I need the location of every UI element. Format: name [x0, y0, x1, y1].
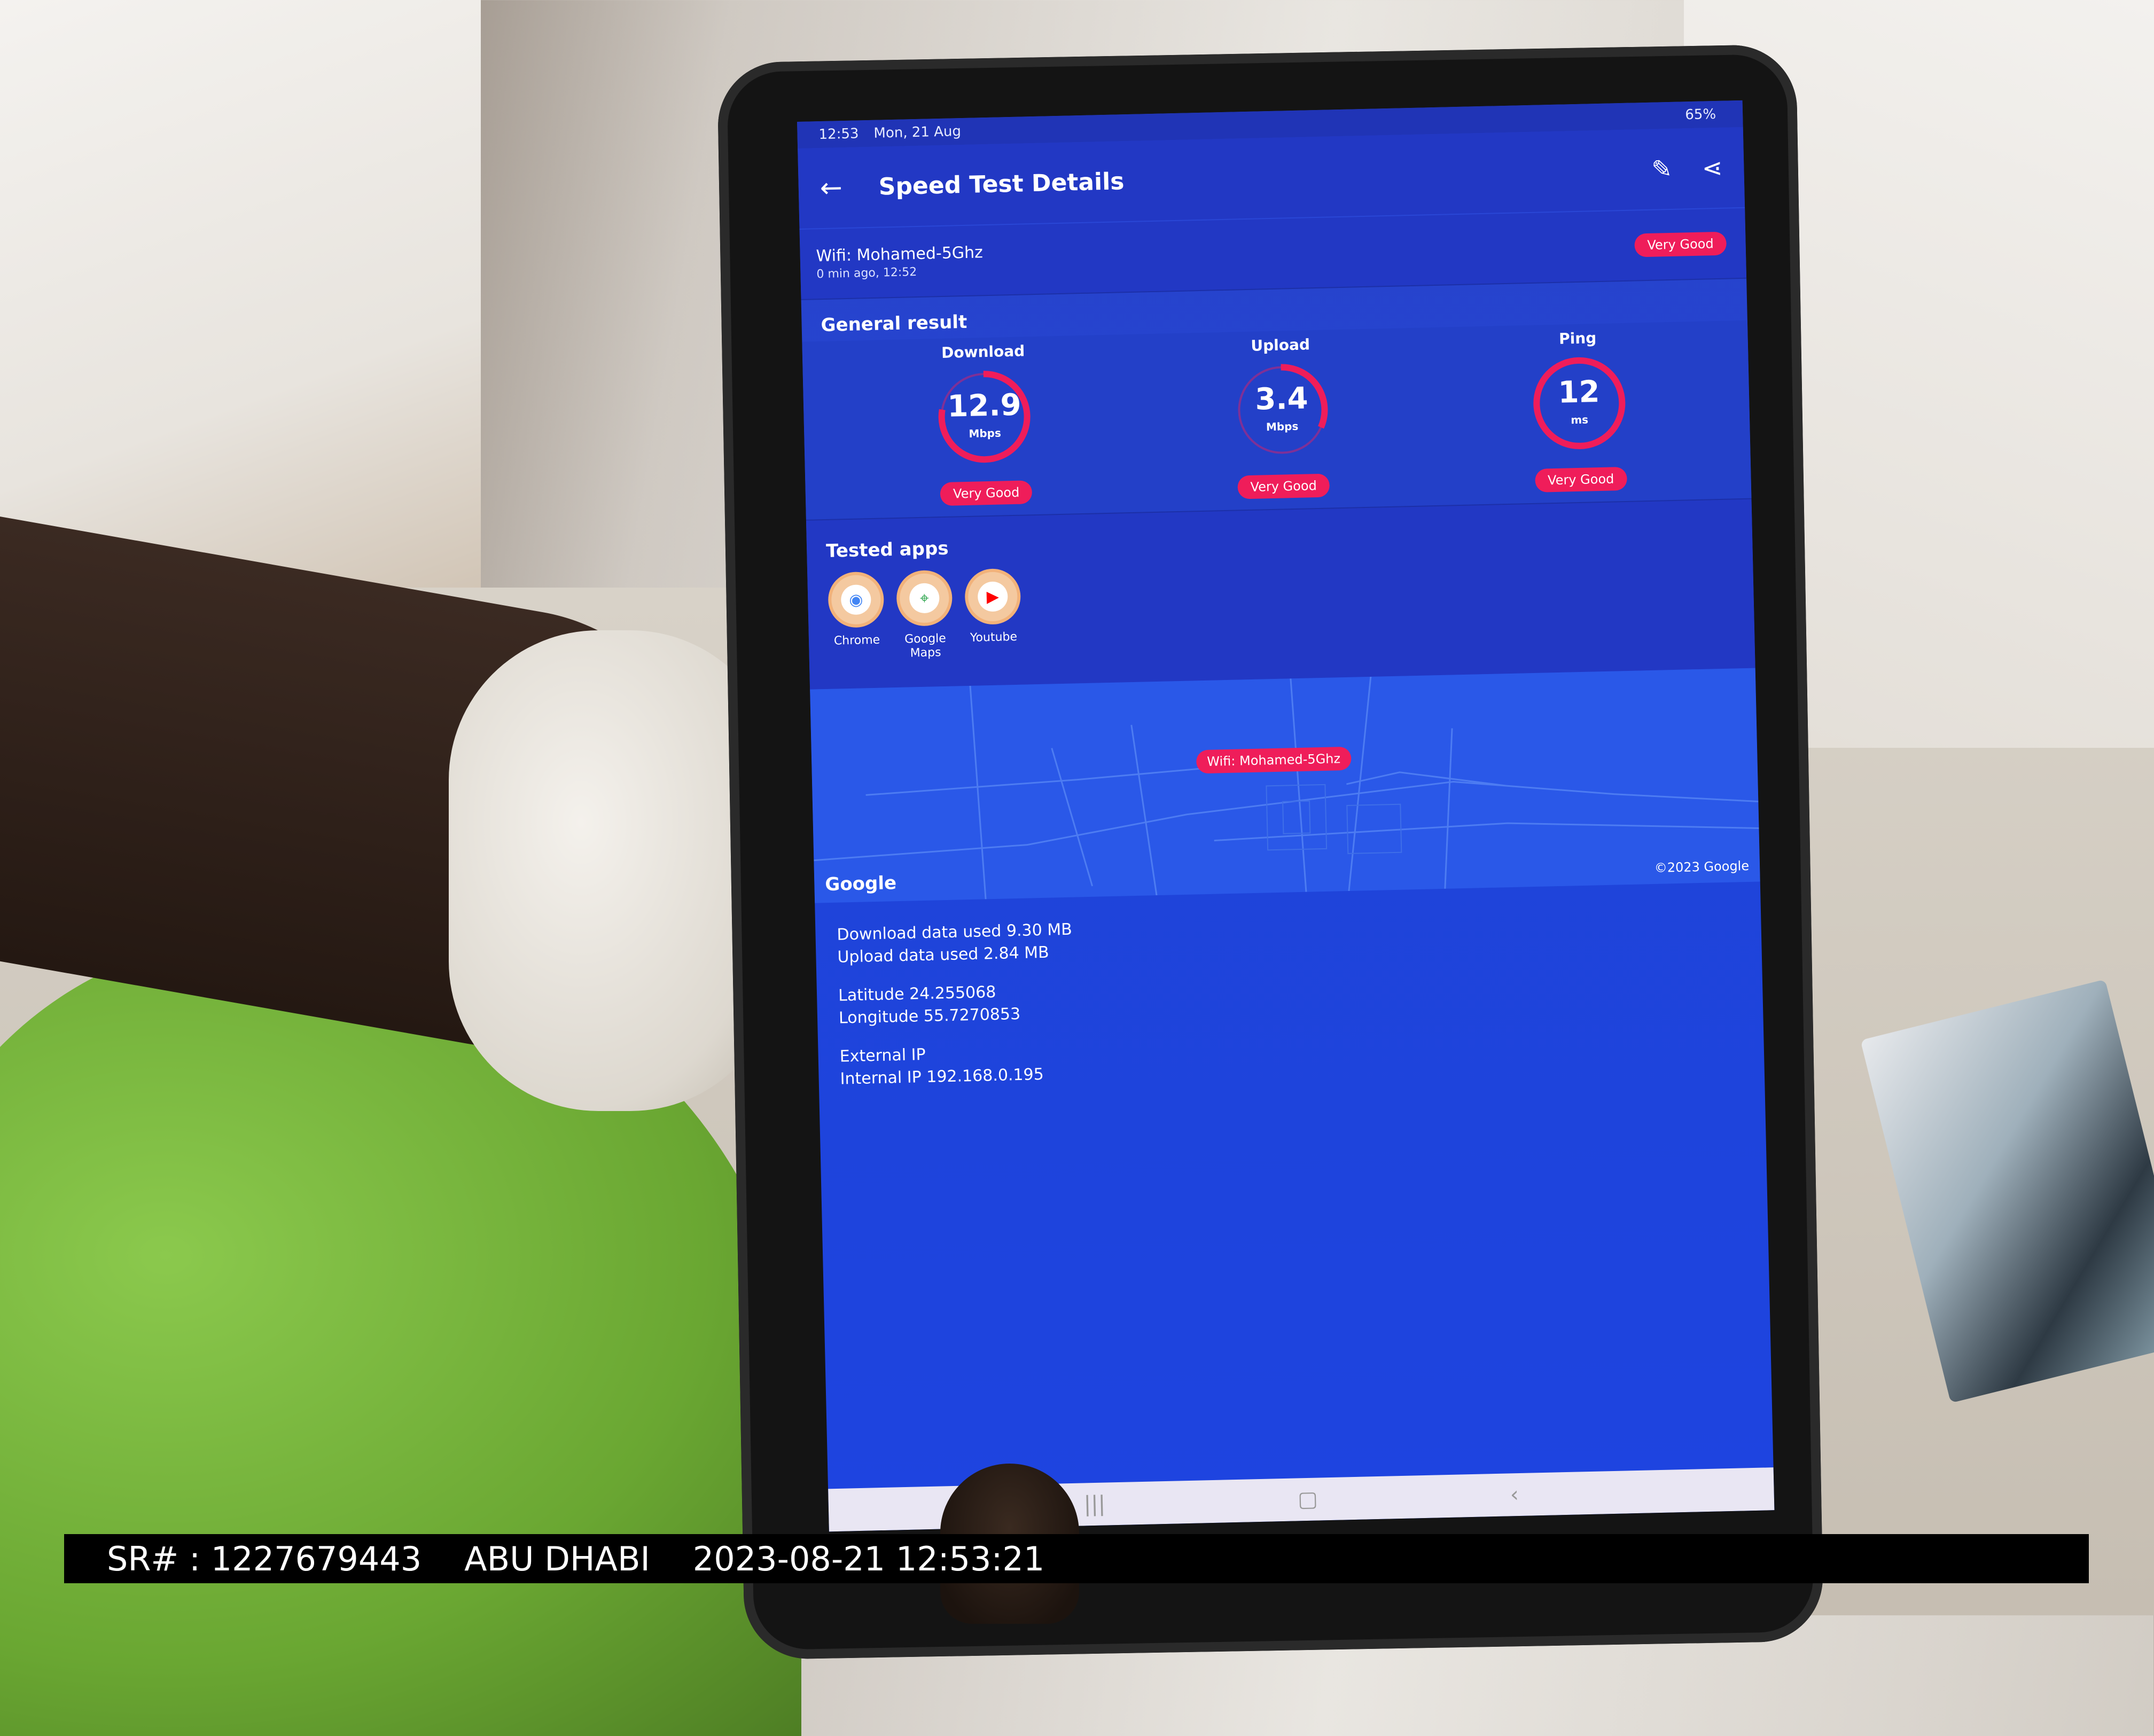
internal-ip-value: 192.168.0.195 [926, 1065, 1044, 1086]
tested-apps-list: ◉ Chrome ⌖ Google Maps ▶ Youtube [807, 546, 1755, 668]
metric-label: Upload [1251, 335, 1310, 355]
internal-ip-label: Internal IP [840, 1068, 922, 1089]
google-maps-icon: ⌖ [909, 583, 940, 614]
metric-download: Download 12.9 Mbps Very Good [887, 341, 1083, 507]
shirt-text: ndu [0, 1106, 21, 1515]
download-data-label: Download data used [837, 921, 1002, 944]
metric-unit: ms [1571, 413, 1589, 427]
download-gauge: 12.9 Mbps [933, 365, 1036, 468]
app-chrome[interactable]: ◉ Chrome [828, 571, 885, 662]
recents-icon[interactable]: ||| [1083, 1492, 1105, 1517]
tablet-screen: 12:53 Mon, 21 Aug 65% ← Speed Test Detai… [797, 100, 1775, 1532]
status-date: Mon, 21 Aug [873, 123, 962, 142]
app-name: Chrome [833, 633, 880, 648]
latitude-value: 24.255068 [909, 982, 996, 1004]
photo-caption: SR# : 1227679443 ABU DHABI 2023-08-21 12… [64, 1534, 2089, 1583]
metric-unit: Mbps [1266, 419, 1299, 434]
map-marker-label: Wifi: Mohamed-5Ghz [1196, 746, 1352, 774]
metric-rating-badge: Very Good [940, 480, 1033, 506]
share-icon[interactable]: ⋖ [1702, 153, 1723, 183]
app-name: Google Maps [904, 631, 947, 660]
back-arrow-icon[interactable]: ← [820, 171, 863, 204]
metric-value: 3.4 [1254, 381, 1309, 417]
latitude-label: Latitude [838, 984, 904, 1005]
caption-city: ABU DHABI [464, 1539, 650, 1578]
ping-gauge: 12 ms [1527, 351, 1631, 455]
longitude-value: 55.7270853 [923, 1004, 1021, 1026]
map-roads [814, 676, 1759, 900]
external-ip-label: External IP [839, 1045, 926, 1066]
battery-level: 65% [1685, 106, 1716, 123]
chrome-icon: ◉ [840, 584, 871, 615]
metric-label: Ping [1558, 329, 1597, 348]
metric-rating-badge: Very Good [1534, 466, 1627, 492]
general-result-metrics: Download 12.9 Mbps Very Good Upload 3.4 … [802, 320, 1752, 520]
network-time: 0 min ago, 12:52 [816, 265, 917, 281]
metric-value: 12 [1557, 374, 1601, 410]
network-name: Wifi: Mohamed-5Ghz [816, 243, 984, 266]
youtube-icon: ▶ [977, 581, 1008, 612]
metric-value: 12.9 [947, 387, 1022, 424]
upload-gauge: 3.4 Mbps [1230, 358, 1333, 462]
service-request-number: SR# : 1227679443 [107, 1539, 422, 1578]
caption-datetime: 2023-08-21 12:53:21 [692, 1539, 1045, 1578]
page-title: Speed Test Details [878, 167, 1125, 201]
upload-data-label: Upload data used [837, 944, 979, 967]
google-logo: Google [824, 872, 897, 896]
tested-apps-section: Tested apps ◉ Chrome ⌖ Google Maps ▶ You… [806, 498, 1755, 690]
network-rating-badge: Very Good [1634, 231, 1727, 257]
pencil-icon[interactable]: ✎ [1651, 154, 1673, 184]
metric-upload: Upload 3.4 Mbps Very Good [1184, 334, 1380, 501]
app-google-maps[interactable]: ⌖ Google Maps [896, 569, 953, 661]
metric-label: Download [941, 342, 1025, 362]
download-data-value: 9.30 MB [1006, 920, 1073, 941]
upload-data-value: 2.84 MB [983, 943, 1050, 964]
metric-unit: Mbps [969, 426, 1002, 440]
map-copyright: ©2023 Google [1654, 858, 1750, 875]
status-time: 12:53 [818, 126, 859, 143]
metric-ping: Ping 12 ms Very Good [1481, 327, 1677, 494]
back-nav-icon[interactable]: ‹ [1510, 1482, 1519, 1507]
app-youtube[interactable]: ▶ Youtube [964, 568, 1021, 659]
test-details: Download data used 9.30 MB Upload data u… [815, 881, 1765, 1112]
home-icon[interactable]: ▢ [1298, 1487, 1318, 1512]
longitude-label: Longitude [838, 1007, 919, 1028]
metric-rating-badge: Very Good [1237, 473, 1330, 499]
location-map[interactable]: Wifi: Mohamed-5Ghz Google ©2023 Google [810, 668, 1760, 903]
app-name: Youtube [970, 630, 1018, 645]
